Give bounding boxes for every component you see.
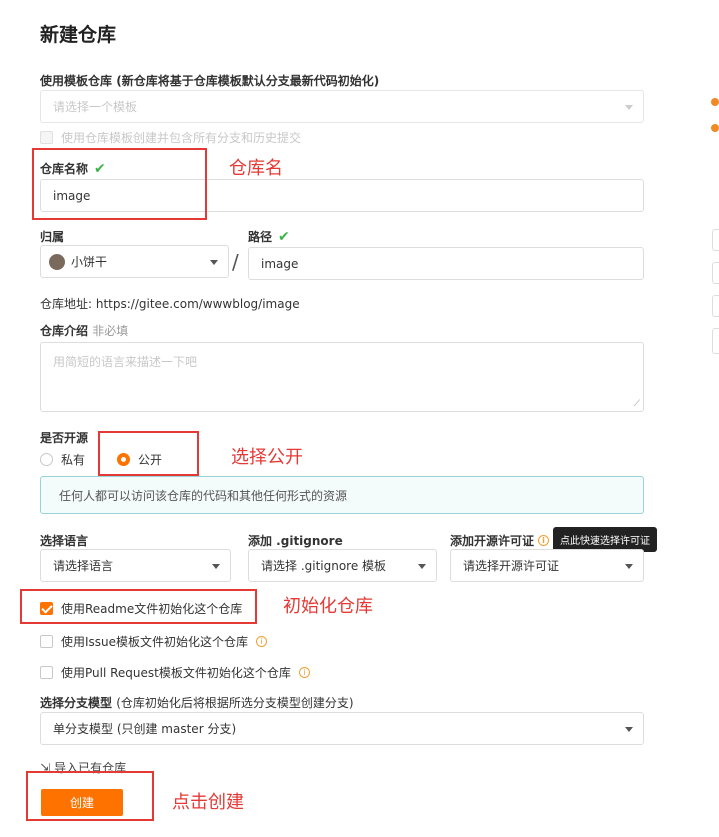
- annotation-box-readme: [20, 589, 257, 624]
- include-all-option[interactable]: 使用仓库模板创建并包含所有分支和历史提交: [40, 129, 301, 146]
- annotation-init: 初始化仓库: [283, 596, 373, 617]
- sidebar-dot-2: [711, 124, 719, 132]
- visibility-label: 是否开源: [40, 431, 89, 445]
- visibility-notice-text: 任何人都可以访问该仓库的代码和其他任何形式的资源: [59, 488, 348, 503]
- license-label: 添加开源许可证 i: [450, 532, 550, 549]
- pr-checkbox[interactable]: [40, 666, 53, 679]
- repo-address-value: https://gitee.com/wwwblog/image: [95, 297, 300, 311]
- license-label-text: 添加开源许可证: [450, 534, 535, 548]
- intro-optional: 非必填: [92, 324, 129, 338]
- language-placeholder: 请选择语言: [53, 559, 114, 573]
- annotation-public: 选择公开: [231, 447, 303, 468]
- branch-model-hint: (仓库初始化后将根据所选分支模型创建分支): [116, 696, 354, 710]
- chevron-down-icon: [210, 259, 218, 265]
- annotation-box-repo-name: [32, 148, 207, 220]
- resize-handle-icon[interactable]: ⟋: [634, 399, 640, 409]
- gitignore-placeholder: 请选择 .gitignore 模板: [261, 559, 387, 573]
- annotation-box-public: [98, 431, 199, 476]
- info-icon[interactable]: i: [298, 667, 310, 678]
- template-label: 使用模板仓库 (新仓库将基于仓库模板默认分支最新代码初始化): [40, 72, 379, 89]
- check-icon: ✔: [278, 228, 290, 245]
- branch-model-label-text: 选择分支模型: [40, 696, 113, 710]
- intro-label-text: 仓库介绍: [40, 324, 89, 338]
- visibility-notice: 任何人都可以访问该仓库的代码和其他任何形式的资源: [40, 476, 644, 514]
- language-label: 选择语言: [40, 534, 89, 548]
- owner-label: 归属: [40, 230, 65, 244]
- owner-value: 小饼干: [71, 255, 108, 269]
- intro-textarea[interactable]: 用简短的语言来描述一下吧 ⟋: [40, 342, 644, 412]
- issue-checkbox[interactable]: [40, 635, 53, 648]
- sidebar-card-2: [712, 262, 719, 284]
- include-all-checkbox[interactable]: [40, 131, 53, 144]
- annotation-box-create: [26, 771, 154, 821]
- repo-address: 仓库地址: https://gitee.com/wwwblog/image: [40, 295, 300, 312]
- license-select[interactable]: 请选择开源许可证: [450, 549, 644, 582]
- path-separator: /: [232, 250, 239, 274]
- pr-label: 使用Pull Request模板文件初始化这个仓库: [61, 666, 291, 680]
- license-placeholder: 请选择开源许可证: [463, 559, 560, 573]
- branch-model-value: 单分支模型 (只创建 master 分支): [53, 722, 237, 736]
- page-title: 新建仓库: [40, 24, 117, 46]
- sidebar-card-3: [712, 295, 719, 317]
- private-label: 私有: [61, 453, 86, 467]
- issue-option[interactable]: 使用Issue模板文件初始化这个仓库 i: [40, 633, 268, 650]
- annotation-repo-name: 仓库名: [229, 158, 283, 179]
- branch-model-select[interactable]: 单分支模型 (只创建 master 分支): [40, 712, 644, 745]
- sidebar-dot-1: [711, 98, 719, 106]
- template-label-text: 使用模板仓库: [40, 74, 113, 88]
- intro-placeholder: 用简短的语言来描述一下吧: [53, 355, 198, 369]
- info-icon[interactable]: i: [538, 535, 550, 546]
- chevron-down-icon: [418, 563, 426, 569]
- language-select[interactable]: 请选择语言: [40, 549, 231, 582]
- annotation-create: 点击创建: [172, 792, 244, 813]
- gitignore-select[interactable]: 请选择 .gitignore 模板: [248, 549, 437, 582]
- path-input[interactable]: image: [248, 247, 644, 280]
- chevron-down-icon: [625, 563, 633, 569]
- include-all-label: 使用仓库模板创建并包含所有分支和历史提交: [61, 131, 302, 145]
- branch-model-label: 选择分支模型 (仓库初始化后将根据所选分支模型创建分支): [40, 694, 354, 711]
- pr-option[interactable]: 使用Pull Request模板文件初始化这个仓库 i: [40, 664, 310, 681]
- chevron-down-icon: [625, 104, 633, 110]
- chevron-down-icon: [212, 563, 220, 569]
- template-placeholder: 请选择一个模板: [53, 100, 138, 114]
- gitignore-label: 添加 .gitignore: [248, 534, 343, 548]
- chevron-down-icon: [625, 726, 633, 732]
- repo-address-label: 仓库地址:: [40, 297, 93, 311]
- intro-label: 仓库介绍 非必填: [40, 322, 128, 339]
- private-option[interactable]: 私有: [40, 451, 85, 468]
- issue-label: 使用Issue模板文件初始化这个仓库: [61, 635, 249, 649]
- info-icon[interactable]: i: [256, 636, 268, 647]
- sidebar-card-4: [712, 328, 719, 354]
- path-label-text: 路径: [248, 230, 273, 244]
- path-label: 路径 ✔: [248, 228, 290, 245]
- private-radio[interactable]: [40, 453, 53, 466]
- owner-select[interactable]: 小饼干: [40, 245, 229, 278]
- avatar: [49, 253, 65, 270]
- template-select[interactable]: 请选择一个模板: [40, 90, 644, 123]
- path-value: image: [261, 256, 299, 271]
- sidebar-card-1: [712, 229, 719, 251]
- license-tooltip-text: 点此快速选择许可证: [560, 536, 650, 547]
- template-hint: (新仓库将基于仓库模板默认分支最新代码初始化): [116, 74, 380, 88]
